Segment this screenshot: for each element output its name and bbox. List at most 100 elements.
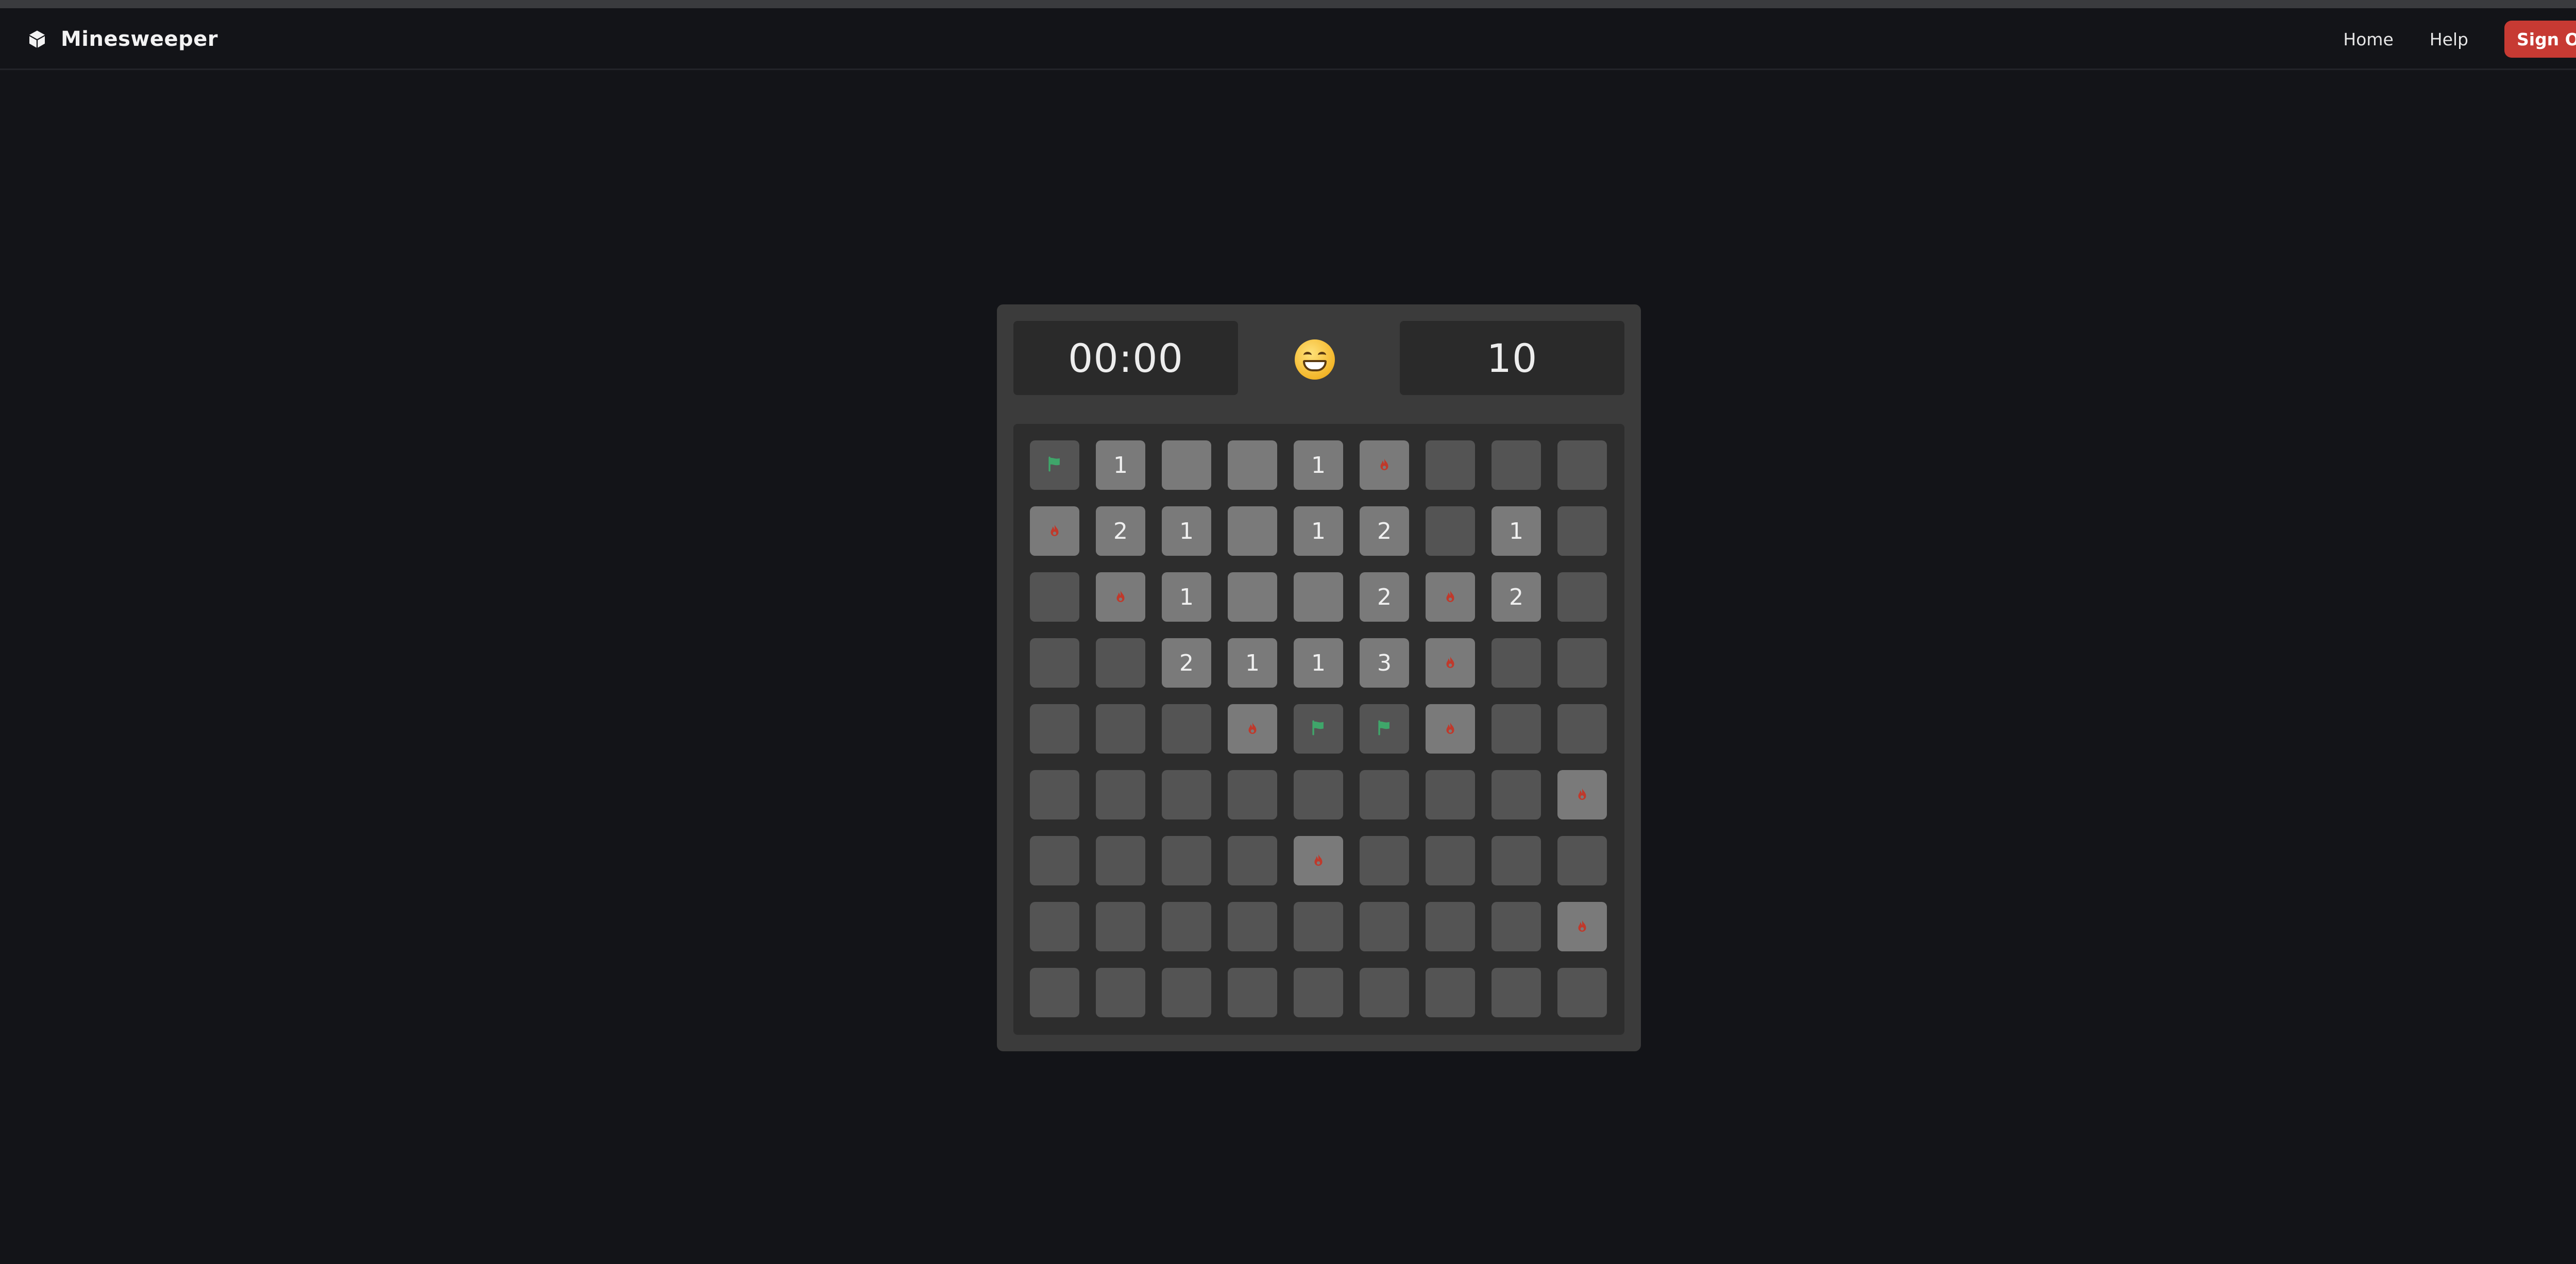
cell-hidden[interactable] — [1360, 902, 1409, 951]
cell-hidden[interactable] — [1096, 704, 1145, 754]
cell-hidden[interactable] — [1557, 572, 1607, 622]
cell-hidden[interactable] — [1492, 440, 1541, 490]
cell-revealed-empty[interactable] — [1228, 572, 1277, 622]
grinning-face-icon[interactable] — [1295, 339, 1335, 380]
cell-hidden[interactable] — [1162, 836, 1211, 885]
cell-hidden[interactable] — [1492, 968, 1541, 1017]
nav-help-link[interactable]: Help — [2430, 29, 2468, 49]
cell-hidden[interactable] — [1228, 836, 1277, 885]
cell-hidden[interactable] — [1096, 836, 1145, 885]
mine-icon — [1574, 914, 1590, 940]
mine-icon — [1377, 452, 1392, 479]
cell-hidden[interactable] — [1096, 902, 1145, 951]
cell-number-label: 1 — [1311, 650, 1326, 676]
cell-hidden[interactable] — [1426, 506, 1475, 556]
cell-hidden[interactable] — [1557, 440, 1607, 490]
cell-number-label: 1 — [1179, 518, 1194, 544]
cell-number[interactable]: 1 — [1096, 440, 1145, 490]
cell-mine[interactable] — [1360, 440, 1409, 490]
cell-number[interactable]: 2 — [1360, 572, 1409, 622]
cell-hidden[interactable] — [1360, 836, 1409, 885]
cell-number[interactable]: 1 — [1162, 572, 1211, 622]
cell-hidden[interactable] — [1294, 902, 1343, 951]
cell-hidden[interactable] — [1096, 968, 1145, 1017]
mine-icon — [1245, 716, 1260, 742]
cell-revealed-empty[interactable] — [1162, 440, 1211, 490]
cell-mine[interactable] — [1228, 704, 1277, 754]
cell-mine[interactable] — [1557, 902, 1607, 951]
cell-hidden[interactable] — [1557, 506, 1607, 556]
cell-number[interactable]: 2 — [1096, 506, 1145, 556]
cell-mine[interactable] — [1426, 572, 1475, 622]
cell-number[interactable]: 2 — [1360, 506, 1409, 556]
cell-hidden[interactable] — [1426, 440, 1475, 490]
cell-mine[interactable] — [1096, 572, 1145, 622]
cell-hidden[interactable] — [1294, 968, 1343, 1017]
cell-mine[interactable] — [1426, 638, 1475, 688]
timer-display: 00:00 — [1013, 321, 1238, 395]
cell-mine[interactable] — [1030, 506, 1079, 556]
cell-hidden[interactable] — [1030, 836, 1079, 885]
cell-hidden[interactable] — [1557, 836, 1607, 885]
cell-number[interactable]: 1 — [1294, 506, 1343, 556]
nav-home-link[interactable]: Home — [2343, 29, 2393, 49]
cell-hidden[interactable] — [1162, 968, 1211, 1017]
cell-hidden[interactable] — [1557, 638, 1607, 688]
cell-hidden[interactable] — [1426, 902, 1475, 951]
cell-number-label: 1 — [1245, 650, 1260, 676]
cell-hidden[interactable] — [1162, 902, 1211, 951]
cell-number[interactable]: 1 — [1294, 440, 1343, 490]
cell-number-label: 2 — [1113, 518, 1128, 544]
cell-hidden[interactable] — [1030, 638, 1079, 688]
flag-icon — [1376, 716, 1393, 742]
cell-hidden[interactable] — [1557, 704, 1607, 754]
cell-number[interactable]: 2 — [1162, 638, 1211, 688]
cell-number[interactable]: 1 — [1492, 506, 1541, 556]
cell-flagged[interactable] — [1360, 704, 1409, 754]
cell-flagged[interactable] — [1030, 440, 1079, 490]
cell-hidden[interactable] — [1294, 770, 1343, 819]
navbar: Minesweeper Home Help Sign Out — [0, 8, 2576, 70]
cell-hidden[interactable] — [1492, 836, 1541, 885]
brand[interactable]: Minesweeper — [27, 23, 218, 56]
cell-hidden[interactable] — [1162, 704, 1211, 754]
cell-hidden[interactable] — [1030, 770, 1079, 819]
cell-revealed-empty[interactable] — [1228, 506, 1277, 556]
cell-hidden[interactable] — [1030, 902, 1079, 951]
cell-hidden[interactable] — [1426, 836, 1475, 885]
cell-number-label: 1 — [1113, 452, 1128, 479]
cell-hidden[interactable] — [1492, 638, 1541, 688]
cell-revealed-empty[interactable] — [1294, 572, 1343, 622]
cell-hidden[interactable] — [1492, 902, 1541, 951]
cell-mine[interactable] — [1426, 704, 1475, 754]
cell-hidden[interactable] — [1492, 704, 1541, 754]
cell-number[interactable]: 1 — [1162, 506, 1211, 556]
cell-number[interactable]: 1 — [1228, 638, 1277, 688]
cell-hidden[interactable] — [1096, 770, 1145, 819]
cell-hidden[interactable] — [1228, 968, 1277, 1017]
cell-hidden[interactable] — [1030, 572, 1079, 622]
cell-revealed-empty[interactable] — [1228, 440, 1277, 490]
cell-hidden[interactable] — [1557, 968, 1607, 1017]
mine-icon — [1311, 848, 1326, 874]
cell-hidden[interactable] — [1492, 770, 1541, 819]
flag-icon — [1046, 452, 1063, 479]
cell-hidden[interactable] — [1030, 704, 1079, 754]
cell-number[interactable]: 1 — [1294, 638, 1343, 688]
cell-number[interactable]: 3 — [1360, 638, 1409, 688]
sign-out-button[interactable]: Sign Out — [2504, 21, 2576, 58]
cell-hidden[interactable] — [1228, 770, 1277, 819]
mine-icon — [1574, 782, 1590, 808]
cell-mine[interactable] — [1557, 770, 1607, 819]
cell-mine[interactable] — [1294, 836, 1343, 885]
cell-hidden[interactable] — [1426, 968, 1475, 1017]
cell-hidden[interactable] — [1360, 770, 1409, 819]
cell-hidden[interactable] — [1030, 968, 1079, 1017]
cell-hidden[interactable] — [1228, 902, 1277, 951]
cell-hidden[interactable] — [1426, 770, 1475, 819]
cell-hidden[interactable] — [1360, 968, 1409, 1017]
cell-hidden[interactable] — [1096, 638, 1145, 688]
cell-hidden[interactable] — [1162, 770, 1211, 819]
cell-flagged[interactable] — [1294, 704, 1343, 754]
cell-number[interactable]: 2 — [1492, 572, 1541, 622]
